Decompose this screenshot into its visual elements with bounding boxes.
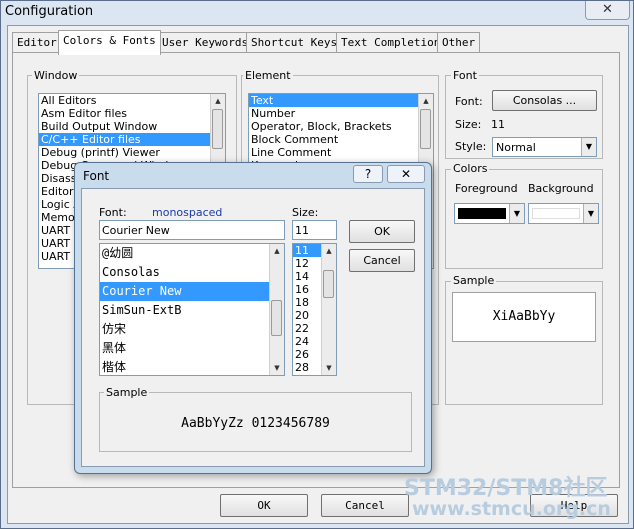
font-label: Font: bbox=[455, 95, 483, 108]
element-group-label: Element bbox=[243, 69, 293, 82]
font-listbox[interactable]: @幼圆 Consolas Courier New SimSun-ExtB 仿宋 黑体 楷体 … bbox=[99, 243, 285, 376]
background-color-swatch bbox=[532, 208, 580, 219]
window-group-label: Window bbox=[32, 69, 80, 82]
window-title: Configuration bbox=[5, 4, 94, 19]
font-list-item[interactable]: 楷体 bbox=[100, 358, 284, 375]
background-label: Background bbox=[528, 182, 594, 195]
font-hint-label: monospaced bbox=[152, 206, 223, 219]
choose-font-button[interactable]: Consolas ... bbox=[492, 90, 597, 111]
font-size-listbox[interactable]: 11 12 14 16 18 20 22 24 26 28 ▲ ▼ bbox=[292, 243, 337, 376]
list-item[interactable]: Number bbox=[249, 107, 433, 120]
background-color-picker[interactable]: ▼ bbox=[528, 203, 599, 224]
font-list-item[interactable]: SimSun-ExtB bbox=[100, 301, 284, 320]
scroll-down-icon[interactable]: ▼ bbox=[270, 361, 284, 375]
font-size-input[interactable]: 11 bbox=[292, 220, 337, 240]
font-ok-button[interactable]: OK bbox=[349, 220, 415, 243]
tab-user-keywords[interactable]: User Keywords bbox=[157, 32, 254, 53]
scroll-up-icon[interactable]: ▲ bbox=[211, 94, 225, 108]
font-cancel-button[interactable]: Cancel bbox=[349, 249, 415, 272]
font-group-label: Font bbox=[451, 69, 479, 82]
close-icon[interactable]: ✕ bbox=[387, 165, 425, 183]
list-item[interactable]: Text bbox=[249, 94, 433, 107]
list-item[interactable]: Block Comment bbox=[249, 133, 433, 146]
sample-group-label: Sample bbox=[451, 274, 497, 287]
font-name-label: Font: bbox=[99, 206, 127, 219]
font-dialog-client: Font: monospaced Courier New @幼圆 Consolas… bbox=[81, 188, 425, 467]
font-dialog: Font ? ✕ Font: monospaced Courier New @幼… bbox=[74, 162, 432, 474]
tab-text-completion[interactable]: Text Completion bbox=[336, 32, 446, 53]
scroll-thumb[interactable] bbox=[323, 270, 334, 298]
scroll-thumb[interactable] bbox=[420, 109, 431, 149]
list-item[interactable]: C/C++ Editor files bbox=[39, 133, 225, 146]
cancel-button[interactable]: Cancel bbox=[321, 494, 409, 517]
tab-colors-fonts[interactable]: Colors & Fonts bbox=[58, 30, 161, 55]
ok-button[interactable]: OK bbox=[220, 494, 308, 517]
font-list-item[interactable]: 仿宋 bbox=[100, 320, 284, 339]
font-list-item[interactable]: 黑体 bbox=[100, 339, 284, 358]
list-item[interactable]: Asm Editor files bbox=[39, 107, 225, 120]
watermark-url: www.stmcu.org.cn bbox=[412, 498, 611, 520]
sample-preview: XiAaBbYy bbox=[452, 292, 596, 342]
scroll-thumb[interactable] bbox=[212, 109, 223, 149]
font-list-item[interactable]: @幼圆 bbox=[100, 244, 284, 263]
scroll-thumb[interactable] bbox=[271, 300, 282, 336]
window-close-button[interactable]: ✕ bbox=[585, 1, 630, 20]
list-item[interactable]: Debug (printf) Viewer bbox=[39, 146, 225, 159]
font-size-label: Size: bbox=[292, 206, 319, 219]
font-list-item[interactable]: Consolas bbox=[100, 263, 284, 282]
font-list-scrollbar[interactable]: ▲ ▼ bbox=[269, 244, 284, 375]
size-label: Size: bbox=[455, 118, 482, 131]
list-item[interactable]: Build Output Window bbox=[39, 120, 225, 133]
scroll-up-icon[interactable]: ▲ bbox=[270, 244, 284, 258]
help-icon[interactable]: ? bbox=[353, 165, 383, 183]
tab-other[interactable]: Other bbox=[437, 32, 481, 53]
size-list-scrollbar[interactable]: ▲ ▼ bbox=[321, 244, 336, 375]
tab-editor[interactable]: Editor bbox=[12, 32, 62, 53]
font-dialog-title: Font bbox=[83, 169, 110, 183]
style-label: Style: bbox=[455, 140, 487, 153]
scroll-down-icon[interactable]: ▼ bbox=[322, 361, 336, 375]
font-sample-label: Sample bbox=[104, 386, 150, 399]
chevron-down-icon[interactable]: ▼ bbox=[583, 204, 598, 223]
foreground-label: Foreground bbox=[455, 182, 518, 195]
foreground-color-swatch bbox=[458, 208, 506, 219]
font-sample-text: AaBbYyZz 0123456789 bbox=[181, 416, 330, 431]
list-item[interactable]: Line Comment bbox=[249, 146, 433, 159]
scroll-up-icon[interactable]: ▲ bbox=[322, 244, 336, 258]
colors-group-label: Colors bbox=[451, 162, 490, 175]
scroll-up-icon[interactable]: ▲ bbox=[419, 94, 433, 108]
chevron-down-icon[interactable]: ▼ bbox=[509, 204, 524, 223]
tab-shortcut-keys[interactable]: Shortcut Keys bbox=[246, 32, 343, 53]
foreground-color-picker[interactable]: ▼ bbox=[454, 203, 525, 224]
style-select-value: Normal bbox=[496, 141, 536, 154]
font-name-input[interactable]: Courier New bbox=[99, 220, 285, 240]
style-select[interactable]: Normal ▼ bbox=[492, 137, 597, 157]
size-value: 11 bbox=[491, 118, 505, 131]
font-list-item[interactable]: Courier New bbox=[100, 282, 284, 301]
list-item[interactable]: Operator, Block, Brackets bbox=[249, 120, 433, 133]
list-item[interactable]: All Editors bbox=[39, 94, 225, 107]
chevron-down-icon[interactable]: ▼ bbox=[581, 138, 596, 156]
